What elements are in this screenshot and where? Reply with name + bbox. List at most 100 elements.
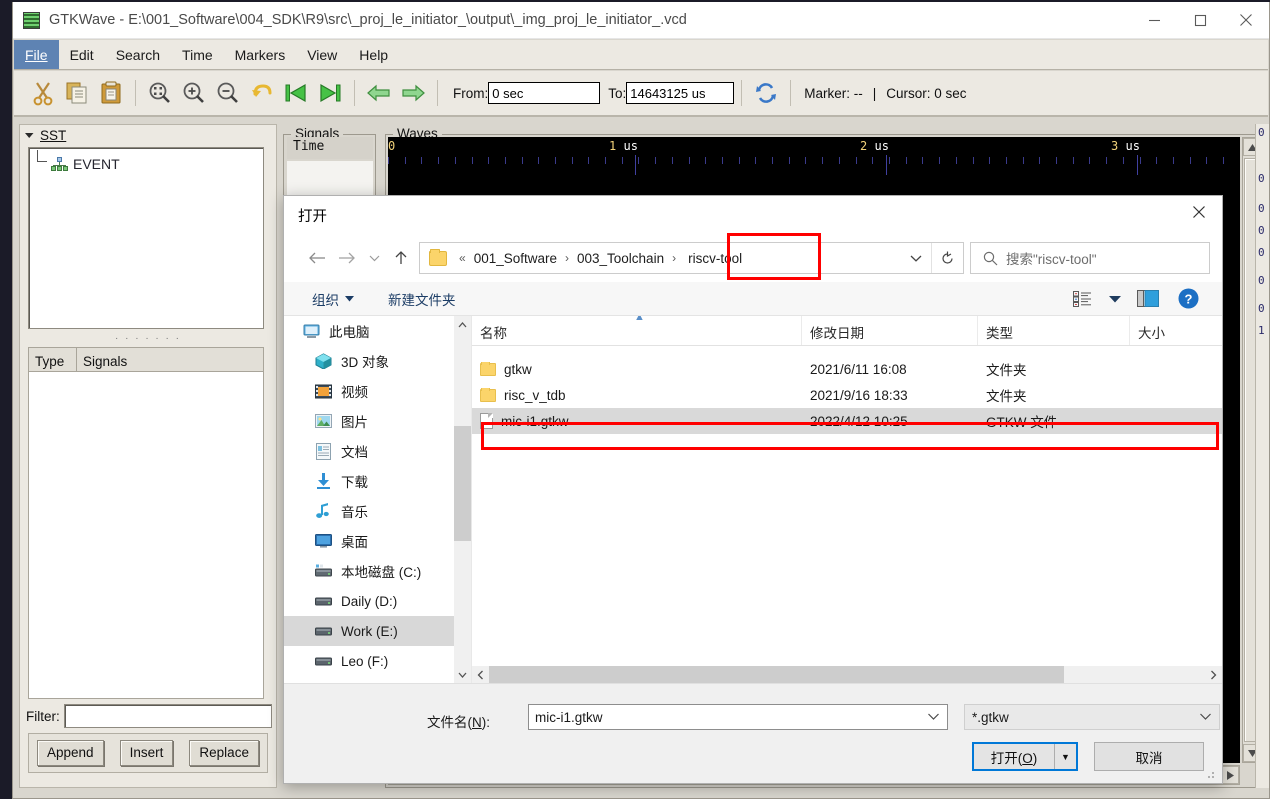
nav-item-label: 本地磁盘 (C:): [341, 561, 421, 581]
breadcrumb-current[interactable]: riscv-tool: [682, 251, 748, 266]
zoom-out-icon[interactable]: [211, 76, 245, 110]
dialog-close-icon[interactable]: [1176, 196, 1222, 228]
menu-time[interactable]: Time: [171, 40, 224, 69]
nav-item-4[interactable]: 文档: [284, 436, 471, 466]
pane-resize-handle[interactable]: · · · · · · ·: [20, 333, 276, 344]
file-row[interactable]: risc_v_tdb2021/9/16 18:33文件夹: [472, 382, 1222, 408]
goto-end-icon[interactable]: [313, 76, 347, 110]
breadcrumb-separator-0: ›: [559, 251, 575, 265]
search-box[interactable]: 搜索"riscv-tool": [970, 242, 1210, 274]
copy-icon[interactable]: [60, 76, 94, 110]
filetype-select[interactable]: *.gtkw: [964, 704, 1220, 730]
sst-tree[interactable]: EVENT: [28, 147, 264, 329]
file-row[interactable]: mic-i1.gtkw2022/4/12 10:25GTKW 文件: [472, 408, 1222, 434]
close-button[interactable]: [1223, 2, 1269, 38]
paste-icon[interactable]: [94, 76, 128, 110]
nav-item-7[interactable]: 桌面: [284, 526, 471, 556]
nav-item-8[interactable]: 本地磁盘 (C:): [284, 556, 471, 586]
zoom-undo-icon[interactable]: [245, 76, 279, 110]
menu-search[interactable]: Search: [105, 40, 171, 69]
help-icon[interactable]: ?: [1168, 284, 1208, 314]
cut-icon[interactable]: [26, 76, 60, 110]
column-header-size[interactable]: 大小: [1130, 316, 1222, 345]
nav-item-9[interactable]: Daily (D:): [284, 586, 471, 616]
cancel-button[interactable]: 取消: [1094, 742, 1204, 771]
nav-item-1[interactable]: 3D 对象: [284, 346, 471, 376]
file-scroll-thumb[interactable]: [489, 666, 1064, 683]
menu-edit[interactable]: Edit: [59, 40, 105, 69]
filename-input[interactable]: mic-i1.gtkw: [528, 704, 948, 730]
file-scroll-right-arrow[interactable]: [1205, 666, 1222, 683]
sst-tree-node-event[interactable]: EVENT: [51, 156, 120, 172]
menu-file[interactable]: File: [14, 40, 59, 69]
time-ruler[interactable]: 01 us2 us3 us: [388, 137, 1240, 175]
file-list-horizontal-scrollbar[interactable]: [472, 666, 1222, 683]
filetype-dropdown-icon[interactable]: [1200, 712, 1211, 723]
nav-item-2[interactable]: 视频: [284, 376, 471, 406]
dialog-footer: 文件名(N): mic-i1.gtkw *.gtkw 打开(O) ▼ 取消: [284, 683, 1222, 783]
breadcrumb-root[interactable]: «: [453, 251, 472, 265]
ruler-tick: [438, 157, 439, 164]
zoom-in-icon[interactable]: [177, 76, 211, 110]
forward-arrow-icon[interactable]: [332, 242, 362, 274]
breadcrumb-item-1[interactable]: 003_Toolchain: [575, 251, 666, 266]
up-arrow-icon[interactable]: [386, 242, 416, 274]
append-button[interactable]: Append: [37, 740, 104, 766]
open-button[interactable]: 打开(O) ▼: [972, 742, 1078, 771]
filter-input[interactable]: [64, 704, 272, 728]
navigation-pane-scrollbar[interactable]: [454, 316, 471, 683]
column-header-date[interactable]: 修改日期: [802, 316, 978, 345]
breadcrumb-item-0[interactable]: 001_Software: [472, 251, 559, 266]
to-input[interactable]: 14643125 us: [626, 82, 734, 104]
prev-edge-icon[interactable]: [362, 76, 396, 110]
breadcrumb-dropdown-icon[interactable]: [901, 243, 931, 273]
ruler-tick: [488, 157, 489, 164]
reload-icon[interactable]: [749, 76, 783, 110]
ruler-tick: [973, 157, 974, 164]
nav-scroll-down-arrow[interactable]: [454, 666, 471, 683]
replace-button[interactable]: Replace: [189, 740, 259, 766]
filename-dropdown-icon[interactable]: [928, 712, 939, 723]
nav-scroll-up-arrow[interactable]: [454, 316, 471, 333]
maximize-button[interactable]: [1177, 2, 1223, 38]
next-edge-icon[interactable]: [396, 76, 430, 110]
ruler-label: 2 us: [860, 139, 889, 153]
column-header-type[interactable]: 类型: [978, 316, 1130, 345]
view-layout-icon[interactable]: [1062, 284, 1102, 314]
menu-view[interactable]: View: [296, 40, 348, 69]
nav-item-10[interactable]: Work (E:): [284, 616, 471, 646]
insert-button[interactable]: Insert: [120, 740, 174, 766]
new-folder-button[interactable]: 新建文件夹: [378, 289, 466, 309]
ruler-tick: [989, 157, 990, 164]
nav-scroll-thumb[interactable]: [454, 426, 471, 541]
goto-start-icon[interactable]: [279, 76, 313, 110]
refresh-icon[interactable]: [931, 243, 963, 273]
zoom-fit-icon[interactable]: [143, 76, 177, 110]
nav-item-6[interactable]: 音乐: [284, 496, 471, 526]
back-arrow-icon[interactable]: [302, 242, 332, 274]
nav-item-11[interactable]: Leo (F:): [284, 646, 471, 676]
nav-item-3[interactable]: 图片: [284, 406, 471, 436]
breadcrumb-bar[interactable]: « 001_Software › 003_Toolchain › riscv-t…: [419, 242, 964, 274]
recent-locations-dropdown-icon[interactable]: [362, 242, 386, 274]
organize-button[interactable]: 组织: [302, 289, 364, 309]
column-signals[interactable]: Signals: [77, 348, 263, 371]
column-type[interactable]: Type: [29, 348, 77, 371]
from-input[interactable]: 0 sec: [488, 82, 600, 104]
signal-table-body[interactable]: [29, 372, 263, 698]
open-button-split-arrow[interactable]: ▼: [1054, 744, 1076, 769]
minimize-button[interactable]: [1131, 2, 1177, 38]
menu-help[interactable]: Help: [348, 40, 399, 69]
scroll-right-arrow[interactable]: [1221, 766, 1239, 784]
file-row[interactable]: gtkw2021/6/11 16:08文件夹: [472, 356, 1222, 382]
nav-item-0[interactable]: 此电脑: [284, 316, 471, 346]
navigation-pane[interactable]: 此电脑3D 对象视频图片文档下载音乐桌面本地磁盘 (C:) Daily (D:)W…: [284, 316, 472, 683]
preview-pane-icon[interactable]: [1128, 284, 1168, 314]
sst-header[interactable]: SST: [24, 128, 66, 143]
resize-grip[interactable]: [1207, 769, 1217, 779]
nav-item-5[interactable]: 下载: [284, 466, 471, 496]
file-scroll-left-arrow[interactable]: [472, 666, 489, 683]
view-dropdown-icon[interactable]: [1102, 284, 1128, 314]
menu-markers[interactable]: Markers: [224, 40, 297, 69]
file-list-pane[interactable]: ▲ 名称 修改日期 类型 大小 gtkw2021/6/11 16:08文件夹ri…: [472, 316, 1222, 683]
